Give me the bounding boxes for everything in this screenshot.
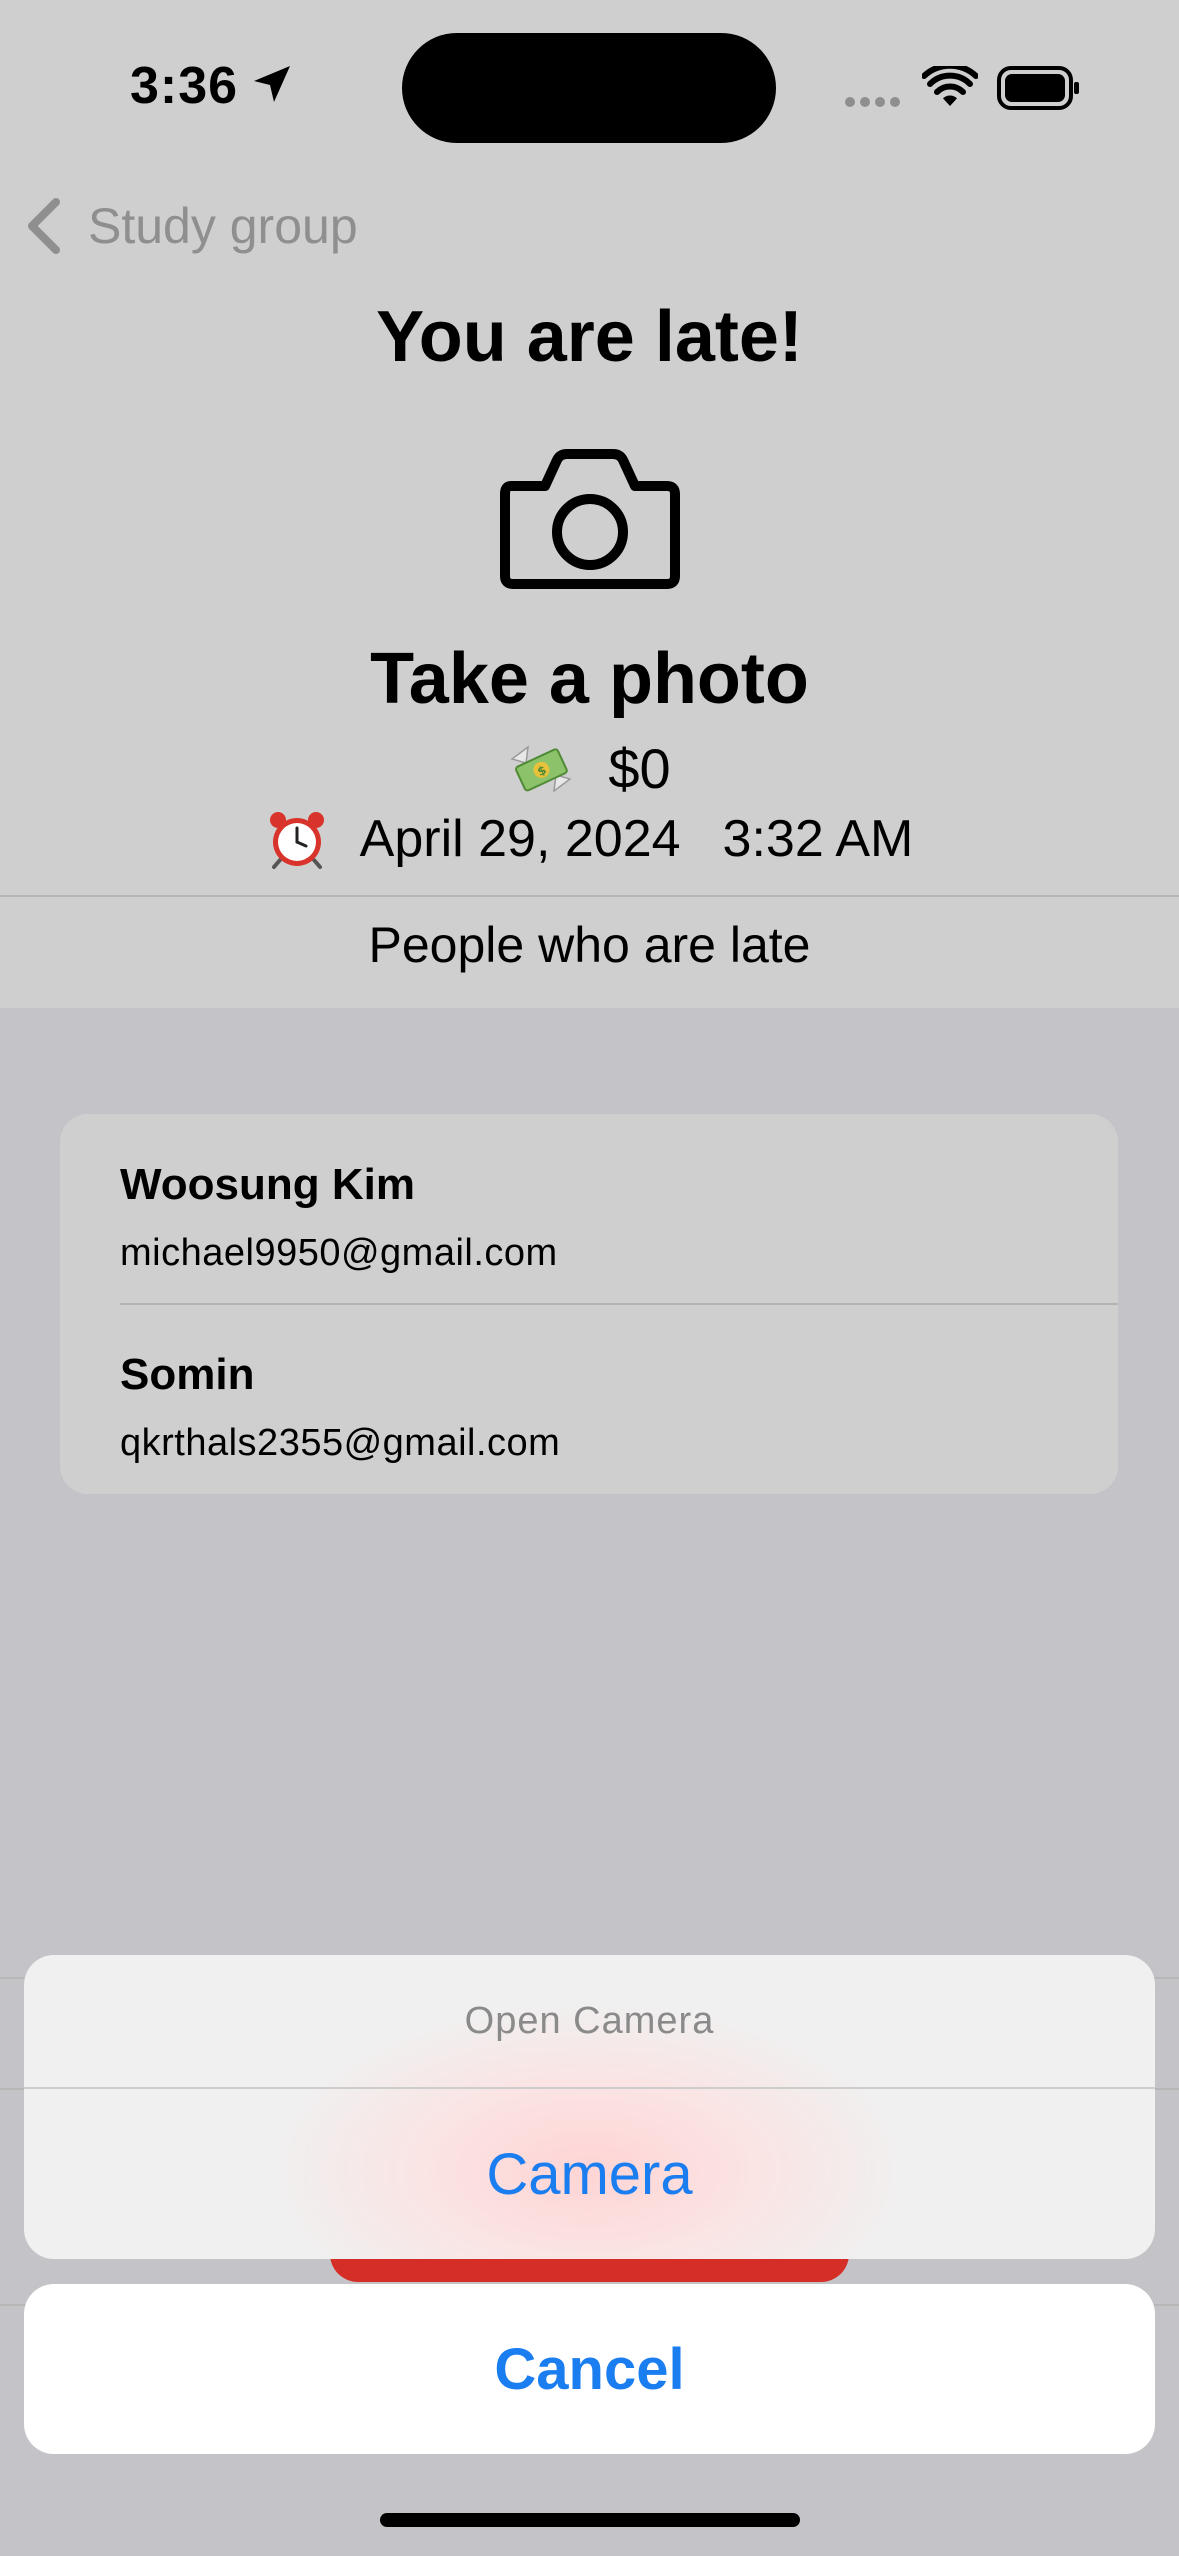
- dynamic-island: [402, 33, 776, 143]
- back-button-label: Study group: [88, 198, 358, 254]
- back-button[interactable]: Study group: [22, 196, 358, 256]
- fine-row: $ $0: [0, 736, 1179, 801]
- chevron-left-icon: [28, 198, 60, 254]
- signal-icon: [845, 94, 905, 112]
- person-email: qkrthals2355@gmail.com: [120, 1422, 561, 1464]
- row-divider: [120, 1303, 1118, 1305]
- action-sheet: Open Camera Camera: [24, 1955, 1155, 2259]
- battery-icon: [997, 66, 1079, 110]
- list-item[interactable]: Woosung Kim michael9950@gmail.com: [120, 1160, 1118, 1275]
- cancel-button[interactable]: Cancel: [24, 2284, 1155, 2454]
- page-title: You are late!: [376, 297, 803, 377]
- person-email: michael9950@gmail.com: [120, 1232, 558, 1274]
- fine-amount: $0: [608, 737, 671, 800]
- deadline-time: 3:32 AM: [722, 810, 914, 868]
- section-divider: [0, 895, 1179, 897]
- deadline-row: April 29, 2024 3:32 AM: [0, 808, 1179, 870]
- wifi-icon: [922, 66, 978, 106]
- money-with-wings-icon: $: [510, 744, 573, 793]
- location-arrow-icon: [254, 66, 290, 102]
- camera-icon[interactable]: [497, 446, 683, 592]
- action-sheet-title: Open Camera: [464, 1999, 715, 2042]
- person-name: Somin: [120, 1350, 255, 1399]
- deadline-date: April 29, 2024: [359, 810, 681, 868]
- status-bar-time: 3:36: [130, 57, 239, 115]
- take-photo-label: Take a photo: [370, 639, 809, 719]
- list-item[interactable]: Somin qkrthals2355@gmail.com: [120, 1350, 1118, 1465]
- late-people-list: Woosung Kim michael9950@gmail.com Somin …: [60, 1114, 1118, 1494]
- alarm-clock-icon: [269, 812, 324, 869]
- late-list-header: People who are late: [368, 917, 811, 973]
- camera-option-button[interactable]: Camera: [24, 2089, 1155, 2259]
- home-indicator[interactable]: [380, 2513, 800, 2527]
- person-name: Woosung Kim: [120, 1160, 415, 1209]
